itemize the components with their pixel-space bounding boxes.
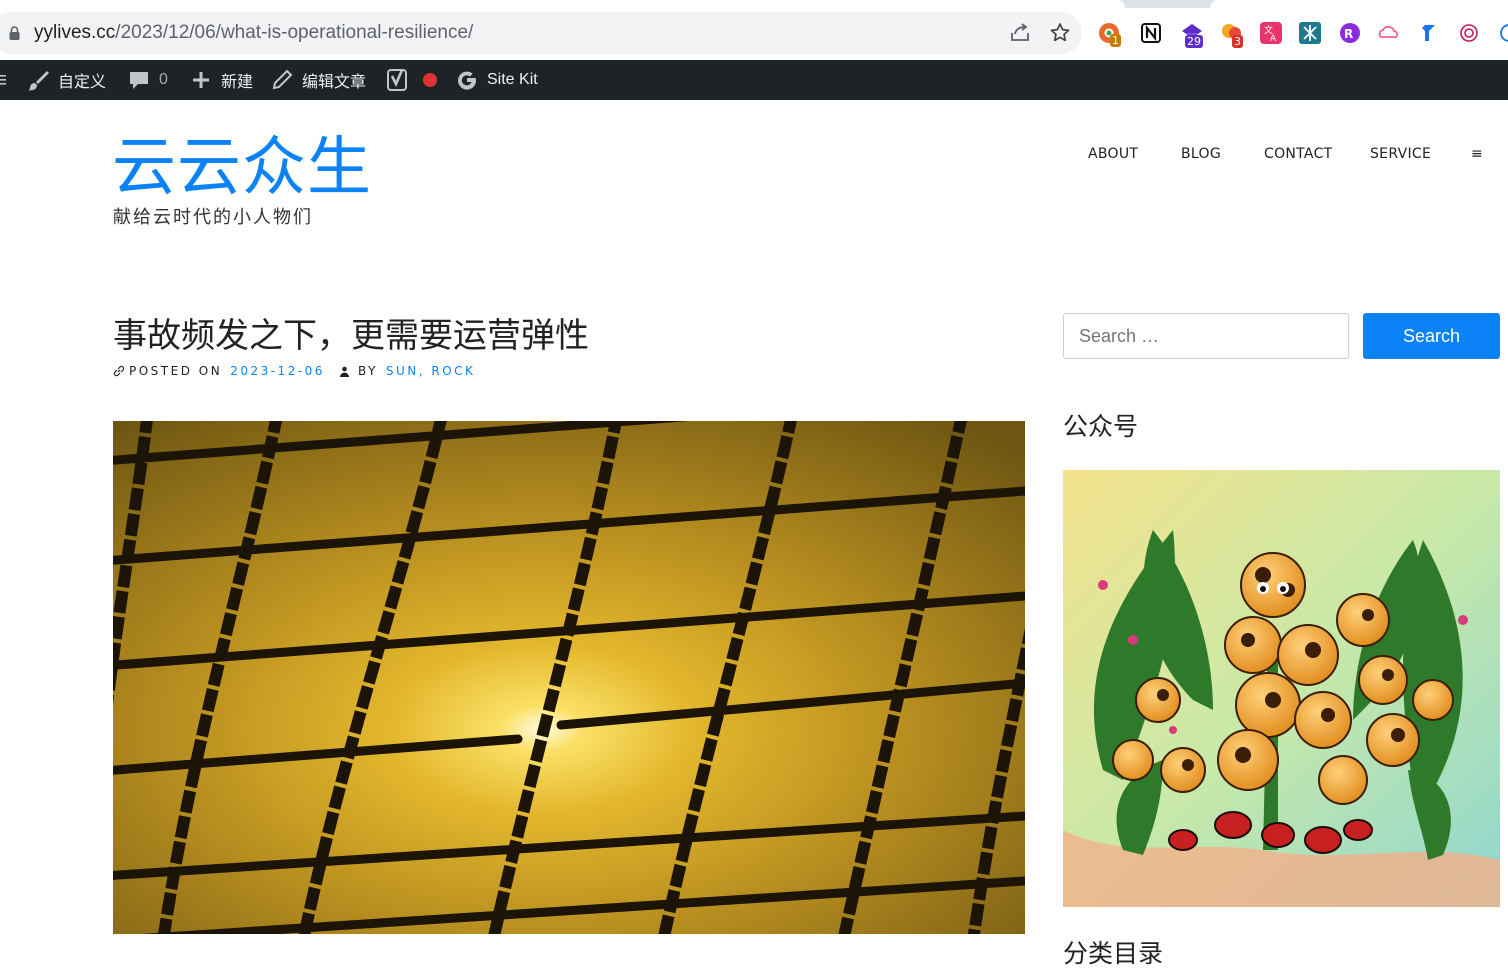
translate-icon[interactable]: 文A [1259,21,1283,45]
extension-3-badge: 29 [1185,35,1203,48]
google-g-icon [458,71,477,90]
extension-7-icon[interactable]: R [1338,21,1362,45]
author-icon [339,366,349,377]
nav-service[interactable]: SERVICE [1370,146,1431,162]
yoast-icon [387,69,407,91]
search-button[interactable]: Search [1363,313,1500,359]
site-title[interactable]: 云云众生 [112,128,372,208]
notion-icon[interactable] [1139,21,1163,45]
inactive-tab[interactable] [1210,0,1508,8]
link-icon [113,365,125,377]
edit-post-button[interactable]: 编辑文章 [271,60,366,100]
extension-4-icon[interactable]: 3 [1220,21,1244,48]
share-icon[interactable] [1008,21,1032,45]
post-author-link[interactable]: SUN, ROCK [386,364,476,378]
site-kit-button[interactable]: Site Kit [456,60,538,100]
tab-strip [0,0,1508,8]
customize-button[interactable]: 自定义 [27,60,106,100]
by-label: BY [357,364,378,378]
pencil-icon [272,69,293,90]
nav-about[interactable]: ABOUT [1088,146,1138,162]
paintbrush-icon [28,71,49,91]
url-path: /2023/12/06/what-is-operational-resilien… [115,22,474,43]
site-kit-label: Site Kit [487,71,538,88]
plus-icon [193,72,209,88]
post-date-link[interactable]: 2023-12-06 [230,364,325,378]
lock-icon[interactable] [9,26,20,40]
browser-toolbar: yylives.cc/2023/12/06/what-is-operationa… [0,0,1508,60]
comments-count: 0 [159,71,168,88]
svg-text:R: R [1344,27,1353,41]
cloud-extension-icon[interactable] [1377,21,1401,45]
nav-blog[interactable]: BLOG [1181,146,1221,162]
wp-admin-bar: 自定义 0 新建 编辑文章 Site Kit [0,60,1508,100]
active-tab[interactable] [0,0,1125,8]
posted-on-label: POSTED ON [129,364,223,378]
widget-title-wechat: 公众号 [1063,412,1139,441]
seo-status-dot [423,73,437,87]
customize-label: 自定义 [58,74,107,91]
url-host: yylives.cc [34,22,116,43]
comments-button[interactable]: 0 [128,60,168,100]
extension-1-icon[interactable]: 1 [1098,21,1122,47]
edit-post-label: 编辑文章 [302,74,367,91]
nav-more-menu-icon[interactable]: ≡ [1471,146,1483,162]
svg-text:A: A [1270,34,1277,44]
post-title: 事故频发之下，更需要运营弹性 [113,316,589,356]
nav-contact[interactable]: CONTACT [1264,146,1333,162]
url-text[interactable]: yylives.cc/2023/12/06/what-is-operationa… [34,22,473,44]
comment-bubble-icon [130,72,148,89]
extension-3-icon[interactable]: 29 [1180,21,1204,48]
extension-9-icon[interactable] [1417,21,1441,45]
extension-overflow-icon[interactable] [1497,21,1508,45]
openai-icon[interactable] [1457,21,1481,45]
extension-4-badge: 3 [1232,35,1243,48]
search-input[interactable] [1063,313,1349,359]
new-content-button[interactable]: 新建 [190,60,253,100]
site-tagline: 献给云时代的小人物们 [113,207,313,228]
yoast-seo-button[interactable] [387,60,437,100]
new-label: 新建 [221,74,254,91]
extension-1-badge: 1 [1110,34,1121,47]
menu-icon [0,75,6,85]
widget-title-categories: 分类目录 [1063,939,1164,968]
wechat-illustration [1063,470,1500,907]
post-meta: POSTED ON 2023-12-06 BY SUN, ROCK [113,364,475,378]
admin-menu-toggle[interactable] [0,60,6,100]
featured-image [113,421,1025,934]
extension-6-icon[interactable] [1298,21,1322,45]
bookmark-star-icon[interactable] [1048,21,1072,45]
